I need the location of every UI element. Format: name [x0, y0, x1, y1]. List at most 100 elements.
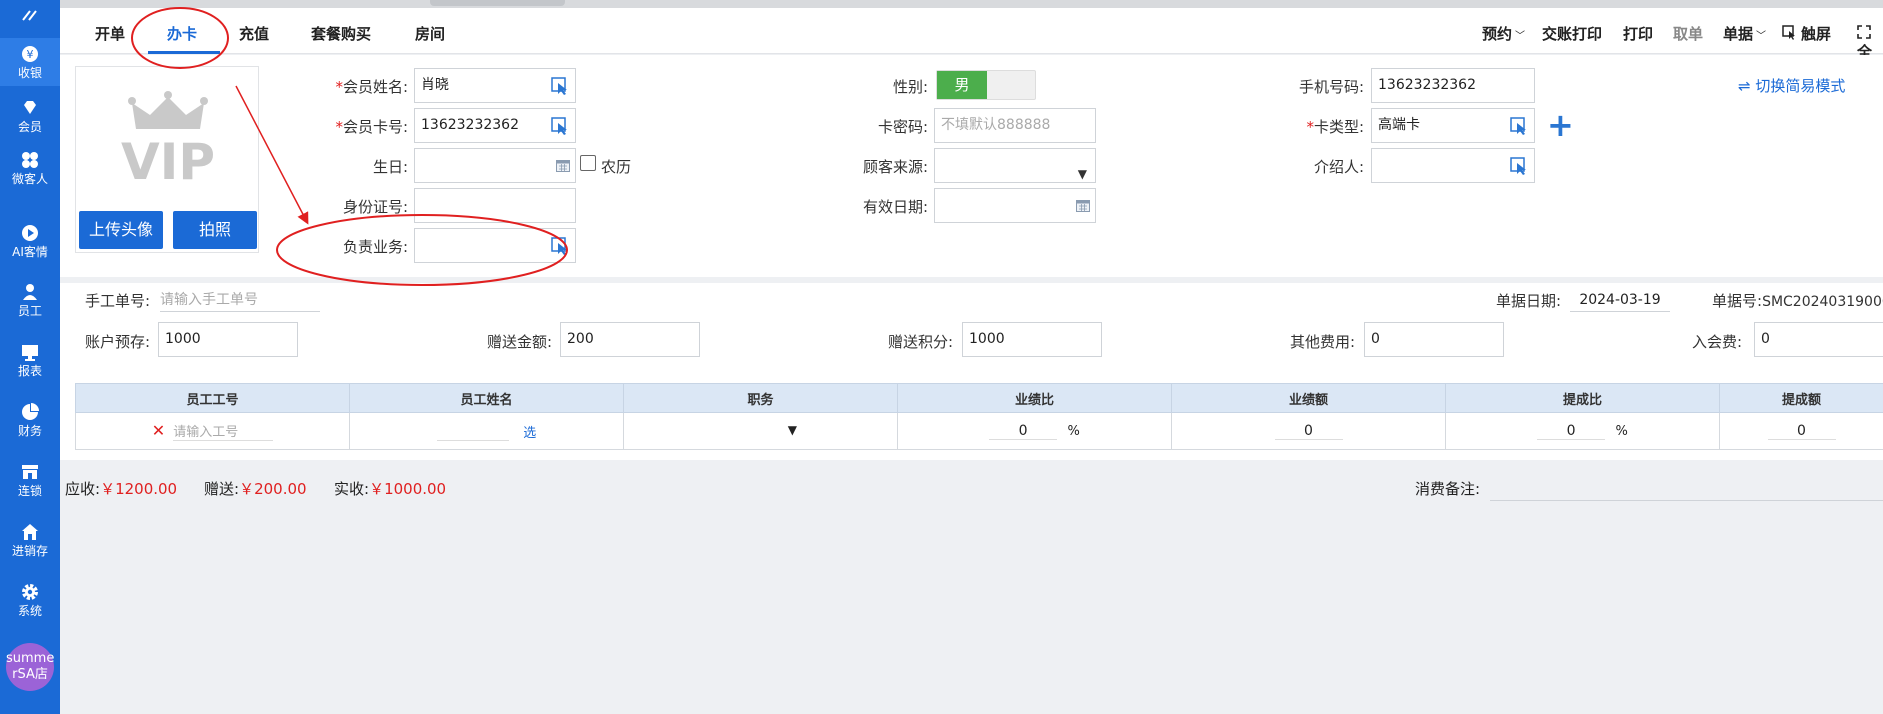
gender-value: 男	[937, 71, 987, 99]
other-fee-input[interactable]: 0	[1364, 322, 1504, 357]
tab-bar: 开单 办卡 充值 套餐购买 房间 预约 ﹀ 交账打印 打印 取单 单据 ﹀ 触屏 全	[60, 8, 1883, 61]
add-card-type-button[interactable]: +	[1547, 109, 1574, 141]
remark-input[interactable]	[1490, 500, 1883, 501]
select-staff-link[interactable]: 选	[523, 426, 536, 441]
lunar-checkbox[interactable]	[580, 155, 596, 171]
paid-total: 实收:￥1000.00	[334, 478, 446, 499]
perf-amount-input[interactable]: 0	[1274, 423, 1343, 440]
required-mark: *	[335, 78, 343, 96]
card-no-input[interactable]: 13623232362	[414, 108, 576, 143]
sidebar-item-report[interactable]: 报表	[0, 342, 60, 390]
manual-no-input[interactable]: 请输入手工单号	[160, 288, 320, 312]
touch-screen-button[interactable]: 触屏	[1782, 23, 1831, 44]
sidebar-item-ai[interactable]: AI客情	[0, 223, 60, 271]
sidebar-item-chain[interactable]: 连锁	[0, 462, 60, 510]
tab-card[interactable]: 办卡	[167, 23, 197, 44]
position-select[interactable]: ▼	[788, 423, 797, 437]
card-type-input[interactable]: 高端卡	[1371, 108, 1535, 143]
prestore-input[interactable]: 1000	[158, 322, 298, 357]
member-name-input[interactable]: 肖晓	[414, 68, 576, 103]
id-card-label: 身份证号:	[342, 198, 408, 216]
id-card-input[interactable]	[414, 188, 576, 223]
svg-text:¥: ¥	[27, 48, 34, 61]
sidebar-item-system[interactable]: 系统	[0, 582, 60, 630]
avatar[interactable]: summe rSA店	[6, 643, 54, 691]
sidebar-item-label: 收银	[17, 66, 42, 80]
phone-input[interactable]: 13623232362	[1371, 68, 1535, 103]
card-password-label: 卡密码:	[877, 118, 928, 136]
reserve-dropdown[interactable]: 预约 ﹀	[1482, 23, 1525, 44]
gift-points-input[interactable]: 1000	[962, 322, 1102, 357]
amount-panel: 手工单号: 请输入手工单号 单据日期: 2024-03-19 单据号:SMC20…	[60, 283, 1883, 460]
sidebar-item-staff[interactable]: 员工	[0, 282, 60, 330]
bill-date-label: 单据日期:	[1496, 292, 1562, 310]
picker-icon[interactable]	[1510, 117, 1528, 135]
fullscreen-icon	[1857, 25, 1871, 39]
join-fee-input[interactable]: 0	[1754, 322, 1883, 357]
column-header: 职务	[623, 383, 898, 413]
collapse-icon[interactable]	[0, 0, 60, 30]
bill-date-input[interactable]: 2024-03-19	[1570, 288, 1670, 312]
birthday-input[interactable]	[414, 148, 576, 183]
staff-input[interactable]	[414, 228, 576, 263]
gear-icon	[20, 582, 40, 602]
gender-toggle[interactable]: 男	[936, 70, 1036, 100]
tab-order[interactable]: 开单	[95, 23, 125, 44]
reserve-label: 预约	[1482, 25, 1513, 43]
column-header: 提成额	[1719, 383, 1883, 413]
customer-source-select[interactable]: ▼	[934, 148, 1096, 183]
sidebar-item-member[interactable]: 会员	[0, 92, 60, 140]
tab-package[interactable]: 套餐购买	[311, 23, 371, 44]
picker-icon[interactable]	[551, 117, 569, 135]
take-photo-button[interactable]: 拍照	[173, 211, 257, 249]
cash-icon: ¥	[20, 44, 40, 64]
gift-amount-label: 赠送金额:	[487, 333, 553, 351]
store-icon	[20, 462, 40, 482]
comm-ratio-input[interactable]: 0	[1537, 423, 1606, 440]
comm-ratio-cell: 0 %	[1445, 412, 1720, 450]
lunar-label: 农历	[601, 158, 632, 176]
tab-recharge[interactable]: 充值	[239, 23, 269, 44]
calendar-icon[interactable]	[556, 160, 570, 172]
sidebar-item-inventory[interactable]: 进销存	[0, 522, 60, 570]
picker-icon[interactable]	[551, 237, 569, 255]
gift-amount-input[interactable]: 200	[560, 322, 700, 357]
bill-no: 单据号:SMC20240319000	[1712, 290, 1883, 311]
sidebar-item-finance[interactable]: 财务	[0, 402, 60, 450]
sidebar-item-label: 连锁	[17, 484, 42, 498]
picker-icon[interactable]	[1510, 157, 1528, 175]
sidebar-item-label: 财务	[17, 424, 42, 438]
perf-ratio-cell: 0 %	[897, 412, 1172, 450]
referrer-input[interactable]	[1371, 148, 1535, 183]
staff-id-input[interactable]: 请输入工号	[173, 421, 274, 441]
gift-total-label: 赠送:	[204, 480, 240, 498]
customer-source-label: 顾客来源:	[862, 158, 928, 176]
sidebar-item-label: 微客人	[11, 172, 48, 186]
picker-icon[interactable]	[551, 77, 569, 95]
staff-name-input[interactable]	[436, 423, 509, 441]
bill-dropdown[interactable]: 单据 ﹀	[1723, 23, 1766, 44]
sidebar-item-cashier[interactable]: ¥ 收银	[0, 38, 60, 86]
card-password-input[interactable]: 不填默认888888	[934, 108, 1096, 143]
tab-room[interactable]: 房间	[415, 23, 445, 44]
gift-total: 赠送:￥200.00	[204, 478, 307, 499]
cancel-order-button[interactable]: 取单	[1673, 23, 1703, 44]
upload-avatar-button[interactable]: 上传头像	[79, 211, 163, 249]
calendar-icon[interactable]	[1076, 200, 1090, 212]
person-icon	[20, 282, 40, 302]
comm-amount-input[interactable]: 0	[1767, 423, 1836, 440]
required-mark: *	[335, 118, 343, 136]
sidebar-item-wechat[interactable]: 微客人	[0, 144, 60, 192]
perf-ratio-input[interactable]: 0	[989, 423, 1058, 440]
print-button[interactable]: 打印	[1623, 23, 1653, 44]
card-no-label: *会员卡号:	[280, 116, 408, 137]
delete-icon[interactable]: ✕	[152, 421, 165, 440]
join-fee-label: 入会费:	[1692, 333, 1743, 351]
valid-date-input[interactable]	[934, 188, 1096, 223]
receivable-label: 应收:	[65, 480, 101, 498]
settle-print-button[interactable]: 交账打印	[1542, 23, 1602, 44]
bill-no-value: SMC20240319000	[1762, 294, 1883, 310]
home-icon	[20, 522, 40, 542]
simple-mode-link[interactable]: ⇌ 切换简易模式	[1738, 75, 1845, 96]
member-name-label-text: 会员姓名:	[342, 78, 408, 96]
